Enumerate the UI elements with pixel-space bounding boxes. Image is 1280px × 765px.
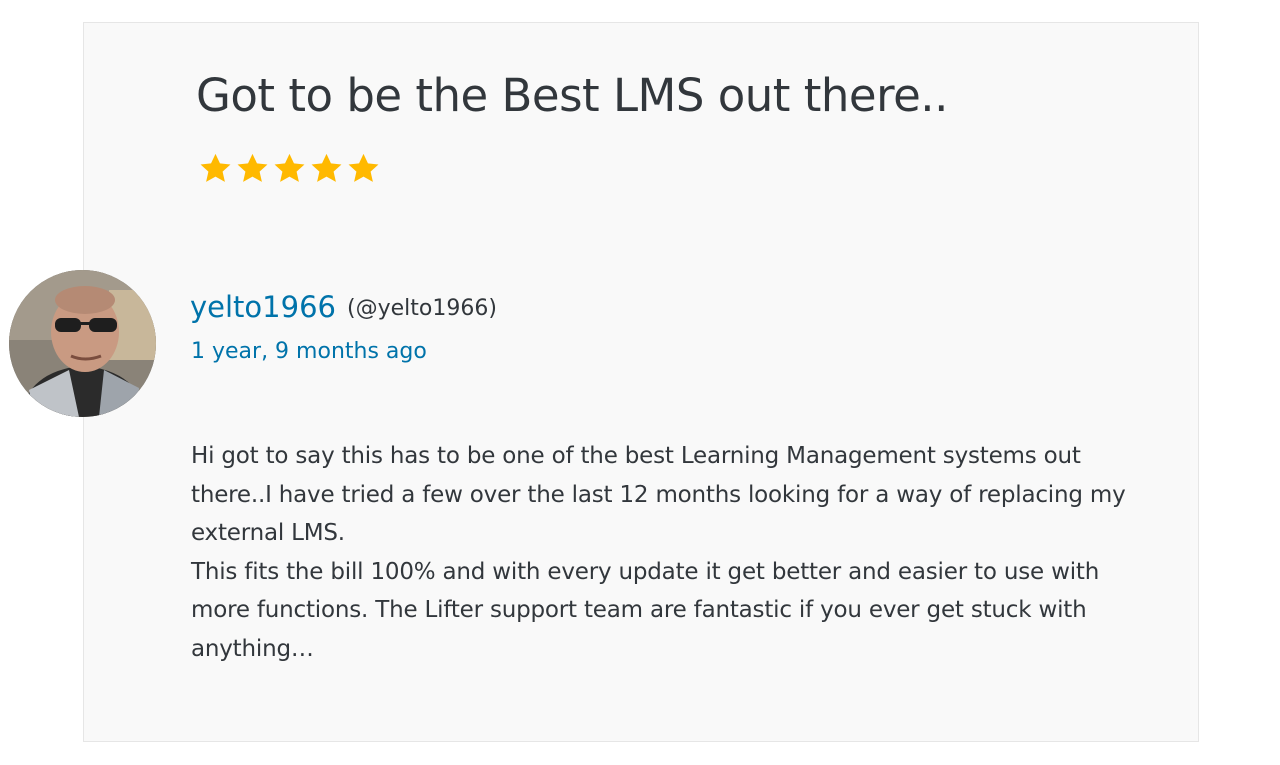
review-paragraph: This fits the bill 100% and with every u… (191, 558, 1100, 662)
star-icon (348, 153, 379, 182)
author-avatar[interactable] (9, 270, 156, 417)
review-paragraph: Hi got to say this has to be one of the … (191, 443, 1126, 546)
author-name-link[interactable]: yelto1966 (190, 287, 336, 327)
star-icon (200, 153, 231, 182)
star-icon (237, 153, 268, 182)
review-title: Got to be the Best LMS out there.. (196, 69, 948, 122)
user-avatar-photo-icon (9, 270, 156, 417)
star-rating (197, 150, 382, 187)
review-body: Hi got to say this has to be one of the … (191, 437, 1161, 668)
star-icon (274, 153, 305, 182)
review-date-link[interactable]: 1 year, 9 months ago (191, 336, 427, 368)
star-icon (311, 153, 342, 182)
author-handle: (@yelto1966) (347, 296, 497, 321)
